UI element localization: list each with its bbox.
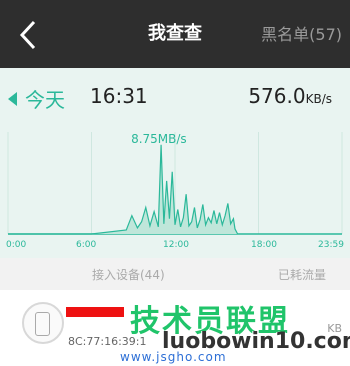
current-speed: 576.0KB/s [248,84,332,108]
speed-value: 576.0 [248,84,306,108]
top-bar: 我查查 黑名单(57) [0,0,350,68]
day-selector[interactable]: 今天 [8,84,65,113]
peak-label: 8.75MB/s [131,132,187,146]
traffic-used-label[interactable]: 已耗流量 [278,266,326,283]
blacklist-tab[interactable]: 黑名单(57) [261,0,342,68]
phone-icon [35,312,50,336]
redacted-device-name [66,307,124,317]
day-label: 今天 [25,88,65,112]
watermark-url-secondary: www.jsgho.com [120,350,227,364]
traffic-chart: 8.75MB/s [7,132,343,235]
connected-devices-label[interactable]: 接入设备(44) [92,266,165,283]
current-time: 16:31 [90,84,148,108]
triangle-left-icon[interactable] [8,91,17,106]
x-tick-label: 0:00 [6,240,27,250]
x-tick-label: 23:59 [318,240,344,250]
screen: 我查查 黑名单(57) 今天 16:31 576.0KB/s 8.75MB/s … [0,0,350,366]
x-tick-label: 6:00 [76,240,97,250]
speed-unit: KB/s [305,92,332,106]
x-tick-label: 12:00 [163,240,189,250]
series-area [8,144,238,234]
x-tick-label: 18:00 [251,240,277,250]
